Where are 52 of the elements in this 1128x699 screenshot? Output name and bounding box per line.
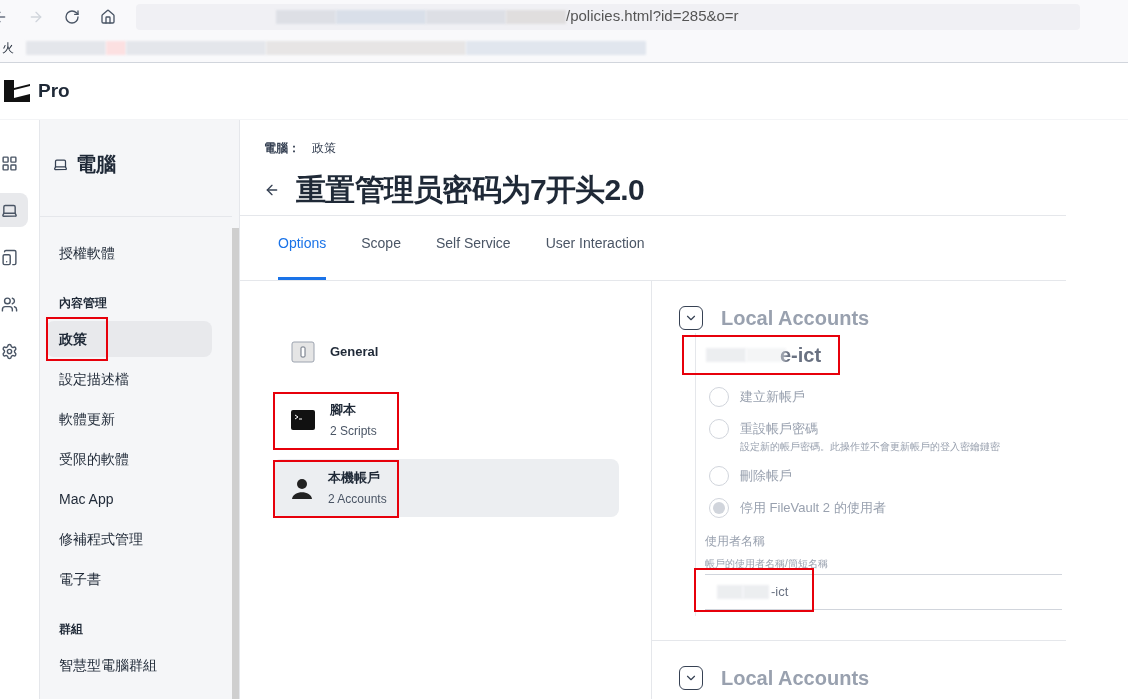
sidebar-item[interactable]: 電子書 [46,561,212,597]
home-icon[interactable] [100,8,116,25]
section-title: Local Accounts [721,666,870,691]
reload-icon[interactable] [64,8,80,25]
section-title: Local Accounts [721,306,870,331]
payload-title: General [330,343,379,362]
scrollbar[interactable] [232,228,239,699]
payload-item[interactable]: 本機帳戶 2 Accounts [273,459,619,517]
terminal-icon [291,410,315,430]
tab[interactable]: User Interaction [545,231,645,280]
field-hint: 帳戶的使用者名稱/簡短名稱 [704,557,829,571]
field-value: -ict [771,583,789,602]
laptop-icon [53,156,68,172]
person-icon [291,477,313,499]
bookmark-item[interactable]: 火 [2,38,14,57]
radio-label: 停用 FileVault 2 的使用者 [740,499,886,517]
section-heading: 群組 [58,621,84,638]
radio-label: 建立新帳戶 [740,388,805,406]
sidebar-title: 電腦 [76,152,116,177]
breadcrumb-item[interactable]: 電腦： [264,139,300,157]
sidebar-item[interactable]: 政策 [46,321,212,357]
account-name: e-ict [780,343,822,368]
payload-title: 本機帳戶 [328,468,381,487]
payload-count: 2 Accounts [328,491,387,509]
laptop-icon[interactable] [0,193,28,227]
sidebar-item[interactable]: 軟體更新 [46,401,212,437]
radio-label: 刪除帳戶 [740,467,792,485]
sidebar-item[interactable]: 智慧型電腦群組 [46,647,212,683]
payload-count: 2 Scripts [330,423,377,441]
collapse-button[interactable] [679,306,703,330]
url-text: /policies.html?id=285&o=r [566,6,739,27]
section-heading: 內容管理 [58,295,108,312]
sidebar-item[interactable]: 授權軟體 [46,235,212,271]
sidebar-item[interactable]: 設定描述檔 [46,361,212,397]
address-field[interactable]: /policies.html?id=285&o=r [136,3,1080,30]
breadcrumb-item: 政策 [312,140,336,157]
logo-icon [4,80,30,102]
payload-title: 腳本 [330,400,357,419]
product-name: Pro [38,78,70,103]
option-hint: 設定新的帳戶密碼。此操作並不會更新帳戶的登入密鑰鏈密 [740,440,1000,454]
field-label: 使用者名稱 [704,533,766,550]
radio-label: 重設帳戶密碼 [740,420,819,438]
collapse-button[interactable] [679,666,703,690]
tab[interactable]: Scope [361,231,401,280]
username-field[interactable]: -ict [705,574,1062,610]
switch-icon [291,341,315,363]
tab[interactable]: Self Service [435,231,511,280]
sidebar-item[interactable]: 受限的軟體 [46,441,212,477]
page-title: 重置管理员密码为7开头2.0 [296,172,644,208]
sidebar-item[interactable]: 修補程式管理 [46,521,212,557]
sidebar-item[interactable]: Mac App [46,481,212,517]
tab[interactable]: Options [278,231,327,280]
